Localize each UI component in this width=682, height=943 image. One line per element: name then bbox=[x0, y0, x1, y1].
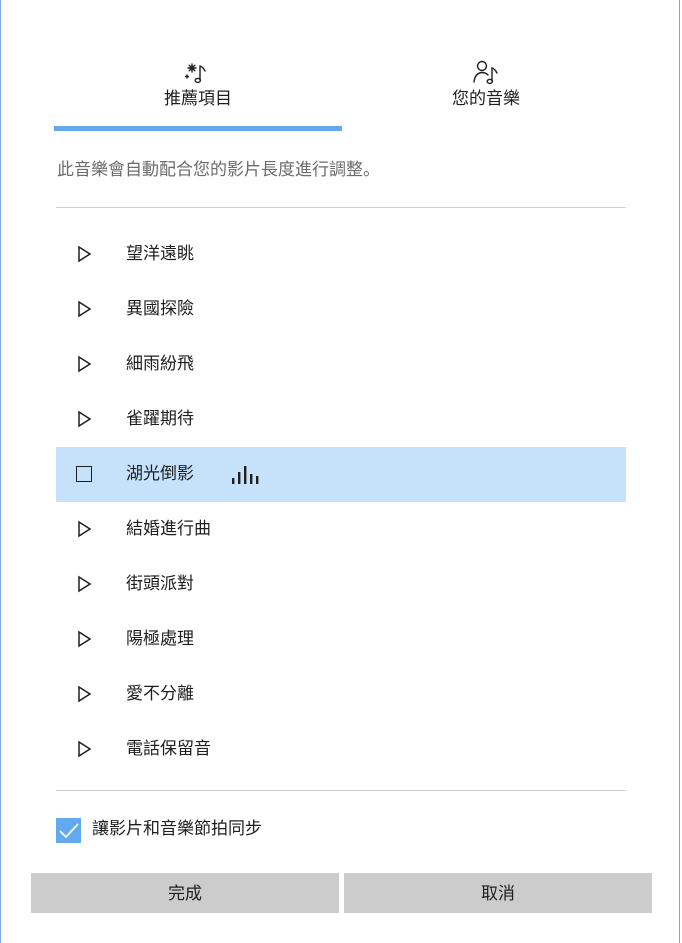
tab-label: 您的音樂 bbox=[452, 89, 520, 109]
play-icon[interactable] bbox=[76, 245, 92, 263]
beat-sync-checkbox[interactable] bbox=[56, 818, 81, 843]
track-name: 細雨紛飛 bbox=[126, 354, 194, 374]
tab-your-music[interactable]: 您的音樂 bbox=[342, 52, 630, 132]
track-name: 雀躍期待 bbox=[126, 409, 194, 429]
track-name: 湖光倒影 bbox=[126, 464, 194, 484]
track-item[interactable]: 街頭派對 bbox=[56, 557, 626, 612]
track-name: 陽極處理 bbox=[126, 629, 194, 649]
equalizer-icon bbox=[232, 466, 259, 484]
track-name: 望洋遠眺 bbox=[126, 244, 194, 264]
play-icon[interactable] bbox=[76, 355, 92, 373]
track-item[interactable]: 愛不分離 bbox=[56, 667, 626, 722]
track-name: 電話保留音 bbox=[126, 739, 211, 759]
play-icon[interactable] bbox=[76, 300, 92, 318]
play-icon[interactable] bbox=[76, 520, 92, 538]
sparkle-music-icon bbox=[184, 63, 206, 84]
beat-sync-label: 讓影片和音樂節拍同步 bbox=[92, 819, 262, 839]
person-music-icon bbox=[473, 60, 498, 85]
play-icon[interactable] bbox=[76, 685, 92, 703]
done-button[interactable]: 完成 bbox=[31, 873, 339, 913]
track-item[interactable]: 電話保留音 bbox=[56, 722, 626, 777]
divider bbox=[56, 790, 626, 791]
divider bbox=[56, 207, 626, 208]
track-name: 異國探險 bbox=[126, 299, 194, 319]
track-list: 望洋遠眺異國探險細雨紛飛雀躍期待湖光倒影結婚進行曲街頭派對陽極處理愛不分離電話保… bbox=[56, 227, 626, 777]
play-icon[interactable] bbox=[76, 630, 92, 648]
tab-bar: 推薦項目 您的音樂 bbox=[0, 0, 682, 132]
play-icon[interactable] bbox=[76, 740, 92, 758]
stop-icon[interactable] bbox=[76, 466, 92, 482]
active-tab-indicator bbox=[54, 126, 342, 131]
play-icon[interactable] bbox=[76, 410, 92, 428]
track-name: 結婚進行曲 bbox=[126, 519, 211, 539]
track-item[interactable]: 陽極處理 bbox=[56, 612, 626, 667]
track-item[interactable]: 湖光倒影 bbox=[56, 447, 626, 502]
track-item[interactable]: 雀躍期待 bbox=[56, 392, 626, 447]
play-icon[interactable] bbox=[76, 575, 92, 593]
cancel-button[interactable]: 取消 bbox=[344, 873, 652, 913]
track-name: 愛不分離 bbox=[126, 684, 194, 704]
tab-recommended[interactable]: 推薦項目 bbox=[54, 52, 342, 132]
checkmark-icon bbox=[59, 823, 79, 839]
track-item[interactable]: 細雨紛飛 bbox=[56, 337, 626, 392]
track-item[interactable]: 望洋遠眺 bbox=[56, 227, 626, 282]
description-text: 此音樂會自動配合您的影片長度進行調整。 bbox=[57, 160, 380, 180]
track-name: 街頭派對 bbox=[126, 574, 194, 594]
tab-label: 推薦項目 bbox=[164, 89, 232, 109]
track-item[interactable]: 異國探險 bbox=[56, 282, 626, 337]
track-item[interactable]: 結婚進行曲 bbox=[56, 502, 626, 557]
